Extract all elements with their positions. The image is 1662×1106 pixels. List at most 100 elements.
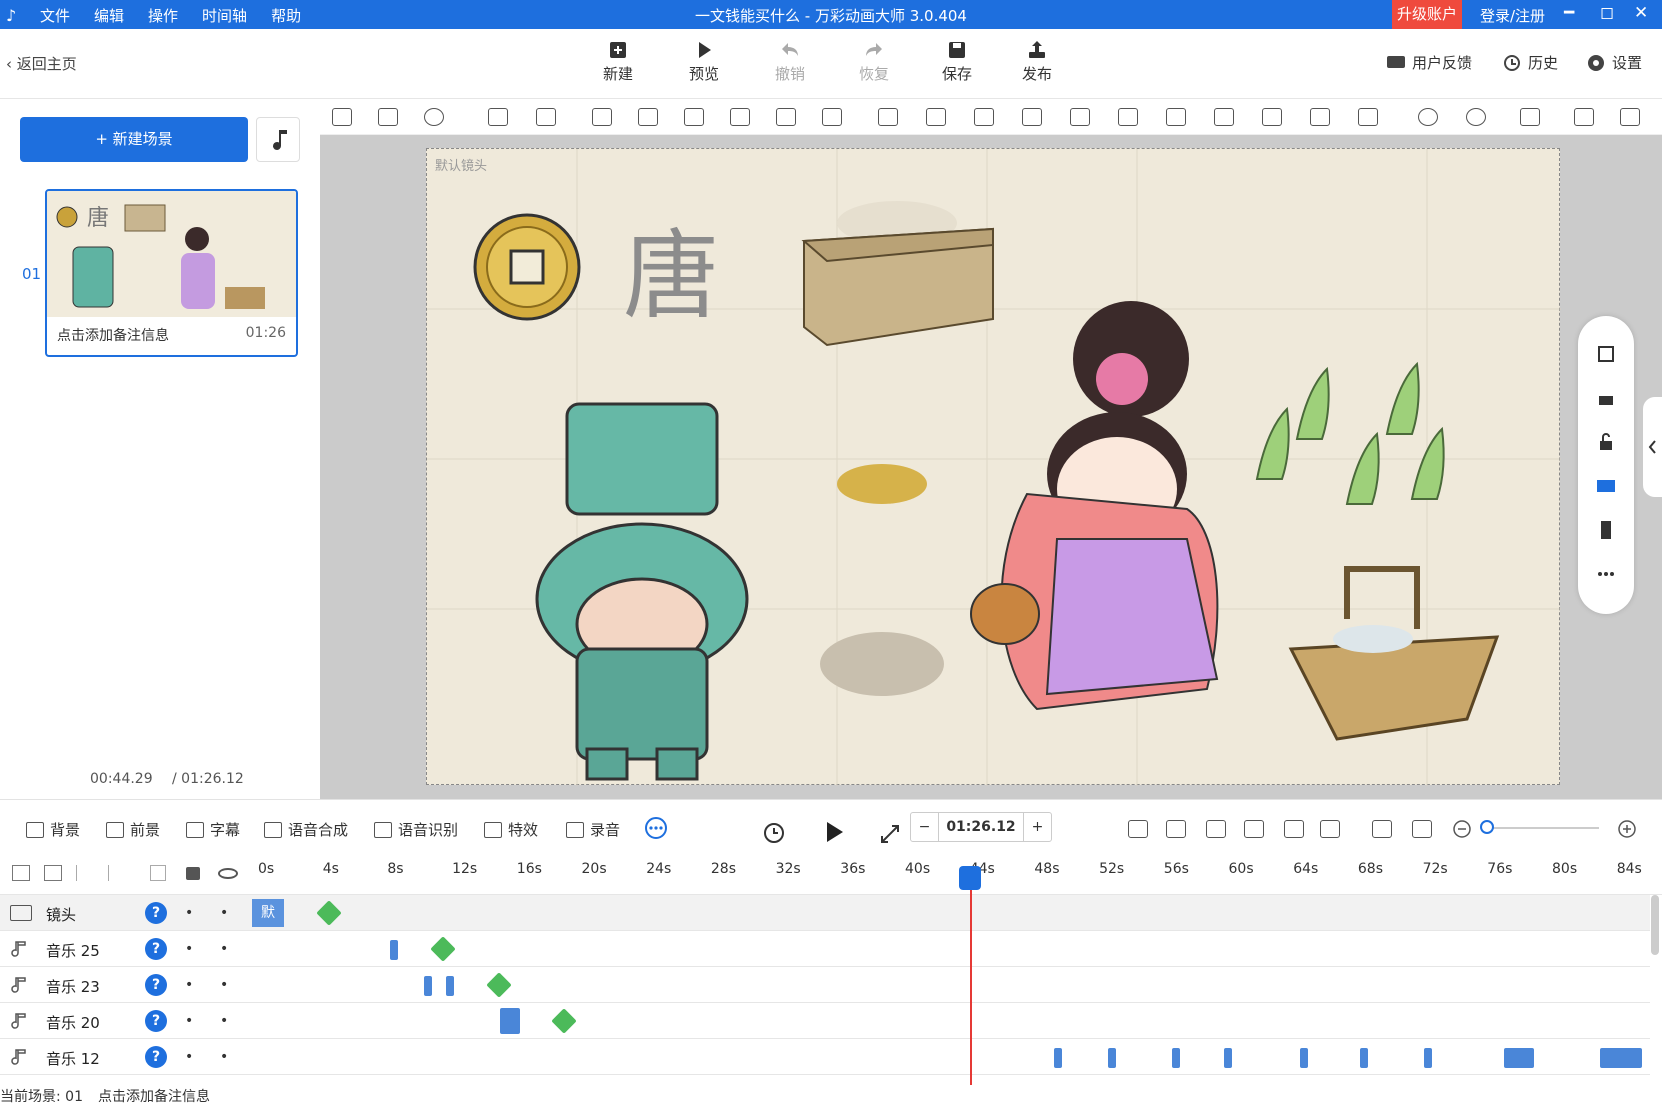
track-lock-toggle[interactable]: • bbox=[220, 977, 228, 993]
audio-clip[interactable] bbox=[1108, 1048, 1116, 1068]
align-bottom-icon[interactable] bbox=[1262, 108, 1282, 126]
track-lock-toggle[interactable]: • bbox=[220, 1013, 228, 1029]
landscape-screen-icon[interactable] bbox=[1596, 476, 1616, 496]
maximize-button[interactable]: ◻ bbox=[1600, 3, 1614, 23]
timeline-zoom-track[interactable] bbox=[1487, 827, 1599, 829]
history-button[interactable]: 历史 bbox=[1502, 52, 1558, 73]
adjust-icon[interactable] bbox=[1320, 820, 1340, 838]
fit-icon[interactable] bbox=[822, 108, 842, 126]
record-button[interactable]: 录音 bbox=[566, 819, 620, 840]
distribute-v-icon[interactable] bbox=[1070, 108, 1090, 126]
keyframe-add[interactable] bbox=[316, 900, 342, 926]
align-icon[interactable] bbox=[332, 108, 352, 126]
move-down-icon[interactable] bbox=[76, 865, 90, 881]
move-up-icon[interactable] bbox=[108, 865, 122, 881]
track-help-icon[interactable]: ? bbox=[145, 938, 167, 960]
trash-icon[interactable] bbox=[150, 865, 166, 881]
track-lock-toggle[interactable]: • bbox=[220, 905, 228, 921]
back-home-link[interactable]: ‹ 返回主页 bbox=[6, 53, 77, 74]
increase-time-button[interactable]: + bbox=[1023, 813, 1051, 841]
home-icon[interactable] bbox=[378, 108, 398, 126]
delete-icon[interactable] bbox=[776, 108, 796, 126]
redo-button[interactable]: 恢复 bbox=[846, 39, 902, 84]
default-camera-block[interactable]: 默 bbox=[252, 899, 284, 927]
unlock-icon[interactable] bbox=[1520, 108, 1540, 126]
portrait-screen-icon[interactable] bbox=[1596, 520, 1616, 540]
undo-button[interactable]: 撤销 bbox=[762, 39, 818, 84]
zoom-in-timeline-icon[interactable] bbox=[1617, 819, 1637, 839]
eye-icon[interactable] bbox=[218, 868, 238, 879]
bring-front-icon[interactable] bbox=[488, 108, 508, 126]
more-tools-icon[interactable] bbox=[645, 817, 667, 839]
audio-clip[interactable] bbox=[1600, 1048, 1642, 1068]
timeline-scrollbar[interactable] bbox=[1651, 895, 1659, 955]
zoom-out-timeline-icon[interactable] bbox=[1452, 819, 1472, 839]
track-help-icon[interactable]: ? bbox=[145, 902, 167, 924]
effects-button[interactable]: 特效 bbox=[484, 819, 538, 840]
save-button[interactable]: 保存 bbox=[929, 39, 985, 84]
new-button[interactable]: 新建 bbox=[590, 39, 646, 84]
track-lock-toggle[interactable]: • bbox=[220, 1049, 228, 1065]
feedback-button[interactable]: 用户反馈 bbox=[1386, 52, 1472, 73]
track-visibility-toggle[interactable]: • bbox=[185, 1013, 193, 1029]
settings-button[interactable]: 设置 bbox=[1586, 52, 1642, 73]
asr-button[interactable]: 语音识别 bbox=[374, 819, 458, 840]
preview-button[interactable]: 预览 bbox=[676, 39, 732, 84]
minimize-button[interactable]: ━ bbox=[1564, 3, 1574, 23]
audio-clip[interactable] bbox=[446, 976, 454, 996]
more-options-icon[interactable] bbox=[1596, 564, 1616, 584]
audio-clip[interactable] bbox=[1224, 1048, 1232, 1068]
track-visibility-toggle[interactable]: • bbox=[185, 1049, 193, 1065]
publish-button[interactable]: 发布 bbox=[1009, 39, 1065, 84]
fit-width-icon[interactable] bbox=[1372, 820, 1392, 838]
tts-button[interactable]: 语音合成 bbox=[264, 819, 348, 840]
playhead-handle[interactable] bbox=[959, 866, 981, 890]
filter-icon[interactable] bbox=[1284, 820, 1304, 838]
fit-timeline-icon[interactable] bbox=[1128, 820, 1148, 838]
timeline-zoom-slider[interactable] bbox=[1480, 820, 1494, 834]
track-music-12[interactable]: 音乐 12 ? • • bbox=[0, 1039, 1650, 1075]
more-icon[interactable] bbox=[424, 108, 444, 126]
decrease-time-button[interactable]: − bbox=[911, 813, 939, 841]
track-help-icon[interactable]: ? bbox=[145, 1010, 167, 1032]
keyframe-add[interactable] bbox=[551, 1008, 577, 1034]
track-music-20[interactable]: 音乐 20 ? • • bbox=[0, 1003, 1650, 1039]
foreground-button[interactable]: 前景 bbox=[106, 819, 160, 840]
upgrade-account-button[interactable]: 升级账户 bbox=[1392, 0, 1462, 29]
rotate-canvas-icon[interactable] bbox=[1596, 388, 1616, 408]
add-folder-icon[interactable] bbox=[12, 865, 30, 881]
audio-clip[interactable] bbox=[1424, 1048, 1432, 1068]
unlock-canvas-icon[interactable] bbox=[1596, 432, 1616, 452]
login-register-link[interactable]: 登录/注册 bbox=[1480, 5, 1545, 26]
send-back-icon[interactable] bbox=[536, 108, 556, 126]
scene-note-status[interactable]: 点击添加备注信息 bbox=[98, 1086, 210, 1106]
close-button[interactable]: ✕ bbox=[1634, 3, 1648, 23]
timeline-duration[interactable]: 01:26.12 bbox=[939, 813, 1023, 841]
add-layer-icon[interactable] bbox=[44, 865, 62, 881]
scene-music-button[interactable] bbox=[256, 117, 300, 162]
flip-vertical-icon[interactable] bbox=[638, 108, 658, 126]
audio-clip[interactable] bbox=[1360, 1048, 1368, 1068]
track-music-23[interactable]: 音乐 23 ? • • bbox=[0, 967, 1650, 1003]
copy-icon[interactable] bbox=[1574, 108, 1594, 126]
zoom-in-icon[interactable] bbox=[1418, 108, 1438, 126]
scene-canvas[interactable]: 默认镜头 唐 bbox=[426, 148, 1561, 786]
fit-screen-icon[interactable] bbox=[1596, 344, 1616, 364]
scene-note[interactable]: 点击添加备注信息 bbox=[57, 325, 169, 345]
paste-icon[interactable] bbox=[1620, 108, 1640, 126]
center-icon[interactable] bbox=[1214, 108, 1234, 126]
background-button[interactable]: 背景 bbox=[26, 819, 80, 840]
same-height-icon[interactable] bbox=[1358, 108, 1378, 126]
align-right-icon[interactable] bbox=[1166, 108, 1186, 126]
align-top-icon[interactable] bbox=[974, 108, 994, 126]
keyframe-add[interactable] bbox=[430, 936, 456, 962]
keyframe-add[interactable] bbox=[486, 972, 512, 998]
same-width-icon[interactable] bbox=[1310, 108, 1330, 126]
track-help-icon[interactable]: ? bbox=[145, 974, 167, 996]
collapse-right-panel-button[interactable] bbox=[1643, 397, 1662, 497]
align-center-icon[interactable] bbox=[878, 108, 898, 126]
audio-clip[interactable] bbox=[390, 940, 398, 960]
play-timeline-icon[interactable] bbox=[822, 819, 846, 845]
audio-clip[interactable] bbox=[1172, 1048, 1180, 1068]
edit-icon[interactable] bbox=[1206, 820, 1226, 838]
